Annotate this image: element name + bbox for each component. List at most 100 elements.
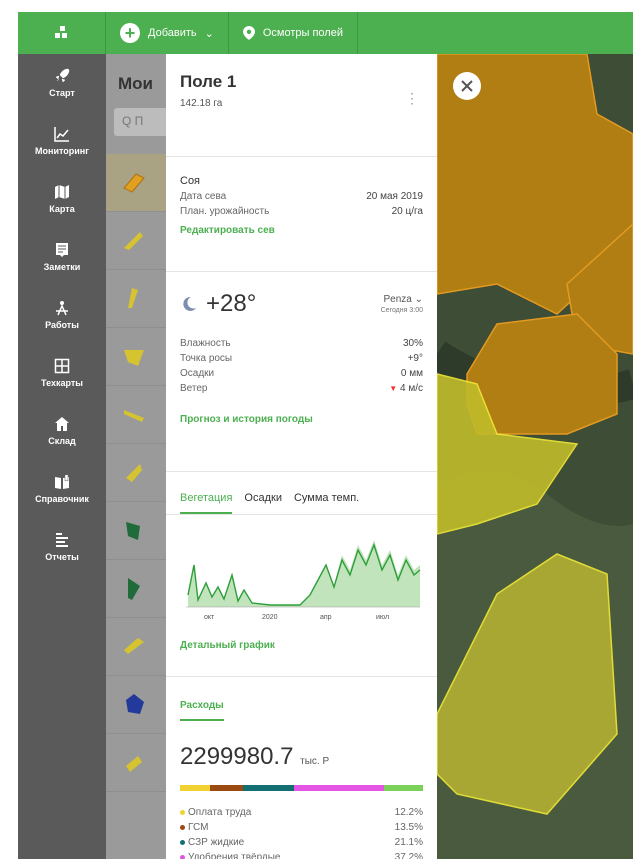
weather-temperature: +28° — [206, 290, 257, 317]
field-area: 142.18 га — [180, 98, 223, 109]
field-list-item[interactable] — [106, 734, 166, 792]
sidebar-item-warehouse[interactable]: Склад — [18, 402, 106, 460]
legend-dot-icon — [180, 809, 185, 815]
top-bar: + Добавить ⌄ Осмотры полей — [18, 12, 633, 54]
precipitation-row: Осадки 0 мм — [180, 368, 423, 379]
legend-dot-icon — [180, 824, 185, 830]
plus-icon: + — [120, 23, 140, 43]
cost-item-name: Оплата труда — [188, 807, 252, 818]
veg-tick-label: 2020 — [262, 614, 278, 621]
cost-bar-segment — [242, 785, 294, 791]
sidebar-item-label: Отчеты — [45, 552, 79, 562]
cost-bar-segment — [209, 785, 243, 791]
app-logo-icon[interactable] — [18, 12, 106, 54]
map-icon — [55, 185, 69, 199]
wind-value: 4 м/с — [400, 383, 423, 394]
sidebar-item-monitoring[interactable]: Мониторинг — [18, 112, 106, 170]
sidebar-item-start[interactable]: Старт — [18, 54, 106, 112]
sidebar-item-techmaps[interactable]: Техкарты — [18, 344, 106, 402]
sidebar-item-handbook[interactable]: Справочник — [18, 460, 106, 518]
edit-sowing-link[interactable]: Редактировать сев — [180, 225, 423, 236]
field-list-item[interactable] — [106, 386, 166, 444]
cost-item-percent: 21.1% — [394, 837, 423, 848]
weather-details: Влажность 30% Точка росы +9° Осадки 0 мм Ве… — [180, 338, 423, 394]
sidebar-item-works[interactable]: Работы — [18, 286, 106, 344]
field-inspections-button[interactable]: Осмотры полей — [229, 12, 358, 54]
sidebar-item-notes[interactable]: Заметки — [18, 228, 106, 286]
warehouse-icon — [55, 417, 69, 431]
wind-direction-icon: ▼ — [389, 384, 398, 393]
works-icon — [56, 301, 68, 316]
field-list-title: Мои — [118, 74, 153, 93]
add-button[interactable]: + Добавить ⌄ — [106, 12, 229, 54]
crop-name: Соя — [180, 175, 201, 187]
field-shape-thumbnail — [128, 288, 138, 308]
sidebar: Старт Мониторинг Карта Заметки Работы Те… — [18, 54, 106, 859]
yield-row: План. урожайность 20 ц/га — [180, 206, 423, 217]
vegetation-chart: окт 2020 апр июл — [186, 540, 421, 621]
weather-section: +28° Penza ⌄ Сегодня 3:00 Влажность 30% Т… — [166, 272, 437, 472]
tab-temperature-sum[interactable]: Сумма темп. — [294, 492, 359, 514]
field-list-item[interactable] — [106, 328, 166, 386]
tab-vegetation[interactable]: Вегетация — [180, 492, 233, 514]
yield-label: План. урожайность — [180, 206, 270, 217]
field-list-item[interactable] — [106, 560, 166, 618]
field-list-item[interactable] — [106, 212, 166, 270]
cost-legend-item: Оплата труда 12.2% — [180, 807, 423, 818]
field-shape-thumbnail — [128, 578, 140, 600]
cost-bar-segment — [293, 785, 385, 791]
tab-precipitation[interactable]: Осадки — [244, 492, 282, 514]
sidebar-item-label: Склад — [48, 436, 76, 446]
sidebar-item-map[interactable]: Карта — [18, 170, 106, 228]
costs-header[interactable]: Расходы — [180, 700, 224, 721]
field-shape-thumbnail — [124, 350, 144, 366]
field-list-item[interactable] — [106, 154, 166, 212]
sow-date-value: 20 мая 2019 — [366, 191, 423, 202]
costs-unit: тыс. Р — [300, 756, 330, 767]
app-frame: + Добавить ⌄ Осмотры полей Старт Монитор… — [18, 12, 633, 859]
legend-dot-icon — [180, 854, 185, 859]
cost-item-name: Удобрения твёрдые — [188, 852, 281, 859]
moon-icon — [183, 296, 196, 311]
field-list-item[interactable] — [106, 444, 166, 502]
costs-section: Расходы 2299980.7 тыс. Р Оплата труда 12.… — [166, 677, 437, 859]
field-list-item[interactable] — [106, 502, 166, 560]
more-options-icon[interactable]: ⋮ — [405, 90, 419, 107]
weather-time: Сегодня 3:00 — [380, 307, 423, 314]
sidebar-item-label: Карта — [49, 204, 75, 214]
cost-bar-segment — [384, 785, 423, 791]
humidity-row: Влажность 30% — [180, 338, 423, 349]
field-list-item[interactable] — [106, 676, 166, 734]
sow-date-label: Дата сева — [180, 191, 227, 202]
cost-item-percent: 13.5% — [394, 822, 423, 833]
field-shape-thumbnail — [126, 756, 142, 772]
field-name: Поле 1 — [180, 72, 237, 91]
field-shape-thumbnail — [124, 638, 144, 654]
vegetation-section: Вегетация Осадки Сумма темп. окт 2020 ап… — [166, 472, 437, 677]
veg-tick-label: апр — [320, 614, 332, 621]
legend-dot-icon — [180, 839, 185, 845]
field-detail-panel: Поле 1 142.18 га ⋮ Соя Дата сева 20 мая 2… — [166, 54, 437, 859]
cost-item-percent: 12.2% — [394, 807, 423, 818]
techmaps-icon — [54, 358, 70, 374]
field-search-input[interactable]: Q П — [114, 108, 166, 136]
field-shape-thumbnail — [124, 410, 144, 422]
field-shape-thumbnail — [126, 464, 142, 482]
notes-icon — [56, 243, 68, 257]
field-list-item[interactable] — [106, 618, 166, 676]
satellite-map[interactable] — [437, 54, 633, 859]
weather-forecast-link[interactable]: Прогноз и история погоды — [180, 414, 423, 425]
weather-location-select[interactable]: Penza ⌄ Сегодня 3:00 — [381, 294, 423, 314]
map-tools-button[interactable] — [453, 72, 481, 100]
weather-location: Penza — [383, 294, 412, 305]
dew-point-label: Точка росы — [180, 353, 233, 364]
sidebar-item-label: Справочник — [35, 494, 89, 504]
sidebar-item-reports[interactable]: Отчеты — [18, 518, 106, 576]
costs-legend: Оплата труда 12.2% ГСМ 13.5% СЗР жидкие 21.1%… — [180, 807, 423, 859]
precipitation-value: 0 мм — [400, 368, 423, 379]
location-pin-icon — [242, 26, 255, 40]
field-list-item[interactable] — [106, 270, 166, 328]
tools-icon — [461, 80, 473, 92]
detailed-chart-link[interactable]: Детальный график — [180, 640, 423, 651]
costs-stacked-bar — [180, 785, 423, 791]
